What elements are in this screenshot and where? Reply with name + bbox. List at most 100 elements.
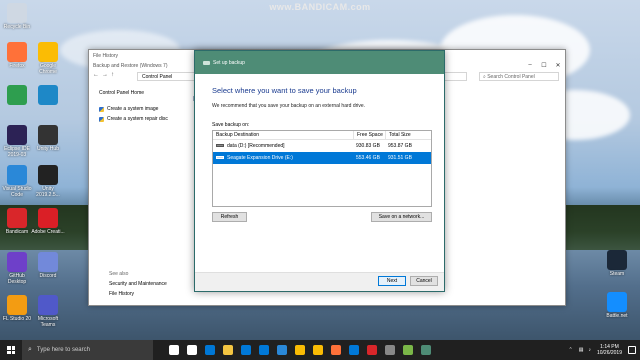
close-icon[interactable]: ✕: [551, 62, 565, 69]
app-green-icon: [7, 85, 27, 105]
minimize-icon[interactable]: –: [523, 62, 537, 69]
dialog-footer: Next Cancel: [195, 272, 444, 291]
unity-icon: [385, 345, 395, 355]
cortana-icon: [169, 345, 179, 355]
mail-icon: [259, 345, 269, 355]
windows-logo-icon: [7, 346, 15, 354]
next-button[interactable]: Next: [378, 276, 406, 286]
taskbar-app-button[interactable]: [399, 340, 417, 360]
edge-icon: [349, 345, 359, 355]
dialog-body: Select where you want to save your backu…: [195, 74, 444, 222]
unity-hub-icon: [38, 125, 58, 145]
list-actions: Refresh Save on a network...: [212, 212, 432, 222]
column-header-destination[interactable]: Backup Destination: [213, 131, 353, 139]
list-item[interactable]: data (D:) [Recommended] 930.83 GB 953.87…: [213, 140, 431, 152]
taskbar-app-button[interactable]: [237, 340, 255, 360]
bandicam-icon: [367, 345, 377, 355]
backup-icon: [203, 60, 210, 65]
taskbar-app-button[interactable]: [327, 340, 345, 360]
store-icon: [241, 345, 251, 355]
window-controls: – ☐ ✕: [523, 62, 565, 69]
destination-list[interactable]: Backup Destination Free Space Total Size…: [212, 130, 432, 207]
desktop-icon[interactable]: Visual Studio Code: [0, 165, 34, 198]
notifications-icon[interactable]: [628, 346, 636, 354]
search-icon: ⌕: [28, 346, 32, 353]
firefox-icon: [331, 345, 341, 355]
taskbar-search-input[interactable]: ⌕ Type here to search: [22, 340, 153, 360]
desktop-icon[interactable]: Steam: [600, 250, 634, 277]
desktop-icon[interactable]: [31, 85, 65, 106]
taskbar-app-button[interactable]: [165, 340, 183, 360]
vscode-icon: [7, 165, 27, 185]
adobe-cc-icon: [38, 208, 58, 228]
taskbar-app-button[interactable]: [381, 340, 399, 360]
start-button[interactable]: [0, 340, 22, 360]
desktop-icon[interactable]: Eclipse IDE 2019-03: [0, 125, 34, 158]
column-header-total[interactable]: Total Size: [385, 131, 431, 139]
firefox-icon: [7, 42, 27, 62]
volume-icon[interactable]: ♪: [588, 347, 591, 353]
search-input[interactable]: ⌕ Search Control Panel: [479, 72, 559, 81]
taskbar-app-button[interactable]: [183, 340, 201, 360]
desktop-icon[interactable]: Microsoft Teams: [31, 295, 65, 328]
clock-date: 10/26/2019: [596, 350, 622, 356]
teams-icon: [38, 295, 58, 315]
window-title: File History: [93, 52, 119, 59]
desktop-icon[interactable]: Unity Hub: [31, 125, 65, 152]
file-explorer-icon: [223, 345, 233, 355]
taskbar-app-button[interactable]: [309, 340, 327, 360]
column-header-free[interactable]: Free Space: [353, 131, 385, 139]
dialog-heading: Select where you want to save your backu…: [212, 86, 357, 95]
desktop-icon[interactable]: Unity 2019.2.5...: [31, 165, 65, 198]
desktop-icon[interactable]: Recycle Bin: [0, 3, 34, 30]
desktop-icon[interactable]: Bandicam: [0, 208, 34, 235]
taskbar-app-button[interactable]: [255, 340, 273, 360]
chrome-icon: [295, 345, 305, 355]
nav-buttons[interactable]: ←→↑: [93, 72, 117, 78]
taskbar-app-button[interactable]: [219, 340, 237, 360]
desktop-icon[interactable]: FL Studio 20: [0, 295, 34, 322]
desktop-icon[interactable]: Battle.net: [600, 292, 634, 319]
file-history-icon: [421, 345, 431, 355]
taskbar-app-button[interactable]: [345, 340, 363, 360]
taskbar-app-button[interactable]: [417, 340, 435, 360]
battlenet-icon: [607, 292, 627, 312]
file-history-link[interactable]: File History: [109, 291, 167, 297]
maximize-icon[interactable]: ☐: [537, 62, 551, 69]
desktop-icon[interactable]: GitHub Desktop: [0, 252, 34, 285]
list-item-selected[interactable]: Seagate Expansion Drive (E:) 553.46 GB 9…: [213, 152, 431, 164]
shield-icon: [99, 116, 104, 122]
desktop-icon[interactable]: [0, 85, 34, 106]
see-also-label: See also: [109, 271, 129, 277]
see-also-links: Security and Maintenance File History: [109, 281, 167, 301]
desktop-icon[interactable]: Discord: [31, 252, 65, 279]
taskbar-app-button[interactable]: [201, 340, 219, 360]
chrome-icon: [38, 42, 58, 62]
refresh-button[interactable]: Refresh: [212, 212, 247, 222]
task-view-icon: [187, 345, 197, 355]
eclipse-icon: [7, 125, 27, 145]
security-maintenance-link[interactable]: Security and Maintenance: [109, 281, 167, 287]
system-tray: ⌃ ▤ ♪ 1:14 PM 10/26/2019: [569, 344, 640, 356]
desktop-icon[interactable]: Firefox: [0, 42, 34, 69]
tray-chevron-icon[interactable]: ⌃: [569, 347, 573, 353]
fl-studio-icon: [7, 295, 27, 315]
taskbar-app-button[interactable]: [363, 340, 381, 360]
network-icon[interactable]: ▤: [579, 347, 584, 353]
taskbar-app-button[interactable]: [291, 340, 309, 360]
github-icon: [7, 252, 27, 272]
recycle-bin-icon: [7, 3, 27, 23]
vscode-icon: [277, 345, 287, 355]
desktop-icon[interactable]: Google Chrome: [31, 42, 65, 75]
clock[interactable]: 1:14 PM 10/26/2019: [597, 344, 622, 356]
edge-icon: [205, 345, 215, 355]
control-panel-icon: [403, 345, 413, 355]
desktop-icon[interactable]: Adobe Creati...: [31, 208, 65, 235]
shield-icon: [99, 106, 104, 112]
save-on-network-button[interactable]: Save on a network...: [371, 212, 432, 222]
dialog-subtext: We recommend that you save your backup o…: [212, 103, 366, 109]
taskbar-apps: [165, 340, 435, 360]
taskbar-app-button[interactable]: [273, 340, 291, 360]
unity-icon: [38, 165, 58, 185]
cancel-button[interactable]: Cancel: [410, 276, 438, 286]
